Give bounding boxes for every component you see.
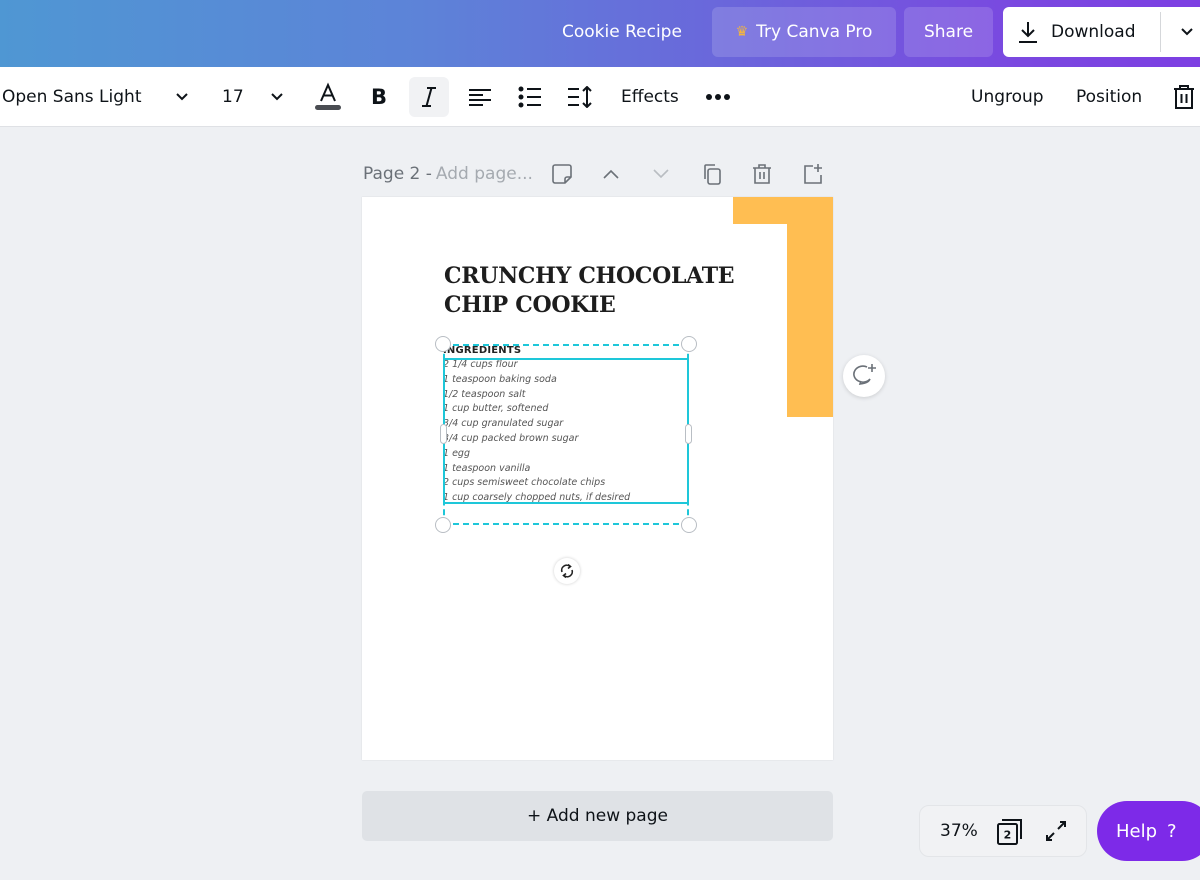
resize-handle-bottom-right[interactable]: [681, 517, 697, 533]
page-header: Page 2 - Add page...: [363, 160, 533, 188]
page-notes-button[interactable]: [550, 162, 574, 186]
resize-handle-bottom-left[interactable]: [435, 517, 451, 533]
help-button[interactable]: Help ?: [1097, 801, 1200, 861]
list-button[interactable]: [516, 67, 544, 127]
bullet-list-icon: [518, 86, 541, 108]
duplicate-page-button[interactable]: [700, 162, 724, 186]
text-color-button[interactable]: [312, 67, 344, 127]
chevron-down-icon: [1181, 28, 1193, 36]
chevron-down-icon: [653, 169, 669, 179]
move-page-down-button[interactable]: [649, 162, 673, 186]
add-page-button[interactable]: [801, 162, 825, 186]
italic-button[interactable]: [409, 77, 449, 117]
download-label: Download: [1051, 22, 1136, 42]
resize-handle-left[interactable]: [440, 424, 447, 444]
delete-button[interactable]: [1171, 67, 1197, 127]
add-new-page-button[interactable]: + Add new page: [362, 791, 833, 841]
text-align-button[interactable]: [466, 67, 494, 127]
trash-icon: [753, 164, 771, 184]
page-grid-button[interactable]: 2: [996, 818, 1024, 850]
chevron-up-icon: [603, 169, 619, 179]
expand-icon: [1046, 821, 1066, 841]
resize-handle-top-right[interactable]: [681, 336, 697, 352]
page-count: 2: [1004, 829, 1012, 842]
download-options-button[interactable]: [1161, 7, 1200, 57]
try-canva-pro-button[interactable]: ♛ Try Canva Pro: [712, 7, 896, 57]
font-family-value: Open Sans Light: [2, 87, 142, 107]
zoom-level[interactable]: 37%: [940, 821, 978, 841]
download-button[interactable]: Download: [1003, 7, 1160, 57]
italic-icon: [422, 87, 436, 107]
spacing-button[interactable]: [566, 67, 594, 127]
title-line-1: CRUNCHY CHOCOLATE: [444, 263, 735, 289]
add-page-icon: [804, 164, 822, 184]
element-selection-box: [443, 358, 689, 504]
more-icon: [706, 94, 730, 100]
delete-page-button[interactable]: [750, 162, 774, 186]
title-line-2: CHIP COOKIE: [444, 292, 616, 318]
trash-icon: [1174, 85, 1194, 109]
bold-icon: B: [370, 85, 387, 109]
rotate-handle[interactable]: [554, 558, 580, 584]
ungroup-button[interactable]: Ungroup: [971, 67, 1044, 127]
rotate-icon: [560, 563, 574, 579]
font-size-dropdown[interactable]: 17: [222, 67, 292, 127]
align-left-icon: [469, 89, 491, 106]
resize-handle-right[interactable]: [685, 424, 692, 444]
help-icon: ?: [1167, 820, 1177, 842]
zoom-controls: 37% 2: [919, 805, 1087, 857]
document-title[interactable]: Cookie Recipe: [562, 22, 682, 42]
fullscreen-button[interactable]: [1044, 819, 1068, 847]
chevron-down-icon: [271, 93, 283, 101]
try-pro-label: Try Canva Pro: [756, 22, 873, 42]
font-size-value: 17: [222, 87, 244, 107]
recipe-title[interactable]: CRUNCHY CHOCOLATE CHIP COOKIE: [444, 262, 735, 320]
page-number-label: Page 2 -: [363, 164, 432, 184]
download-group: Download: [1003, 7, 1200, 57]
download-icon: [1019, 22, 1037, 43]
pages-icon: 2: [997, 819, 1022, 845]
bold-button[interactable]: B: [364, 67, 394, 127]
sticky-note-icon: [552, 164, 572, 184]
move-page-up-button[interactable]: [599, 162, 623, 186]
duplicate-icon: [704, 164, 721, 185]
add-comment-button[interactable]: [843, 355, 885, 397]
line-spacing-icon: [568, 86, 592, 108]
decorative-shape-side[interactable]: [787, 197, 833, 417]
page-title-input[interactable]: Add page...: [436, 164, 533, 184]
effects-button[interactable]: Effects: [621, 67, 679, 127]
text-color-icon: [315, 82, 341, 110]
more-options-button[interactable]: [704, 67, 732, 127]
chevron-down-icon: [176, 93, 188, 101]
share-button[interactable]: Share: [904, 7, 993, 57]
help-label: Help: [1116, 820, 1158, 842]
add-comment-icon: [853, 364, 876, 385]
top-header: Cookie Recipe ♛ Try Canva Pro Share Down…: [0, 0, 1200, 67]
position-button[interactable]: Position: [1076, 67, 1142, 127]
crown-icon: ♛: [735, 24, 749, 40]
font-family-dropdown[interactable]: Open Sans Light: [2, 67, 192, 127]
text-toolbar: Open Sans Light 17 B Effects Ungroup Pos…: [0, 67, 1200, 127]
resize-handle-top-left[interactable]: [435, 336, 451, 352]
